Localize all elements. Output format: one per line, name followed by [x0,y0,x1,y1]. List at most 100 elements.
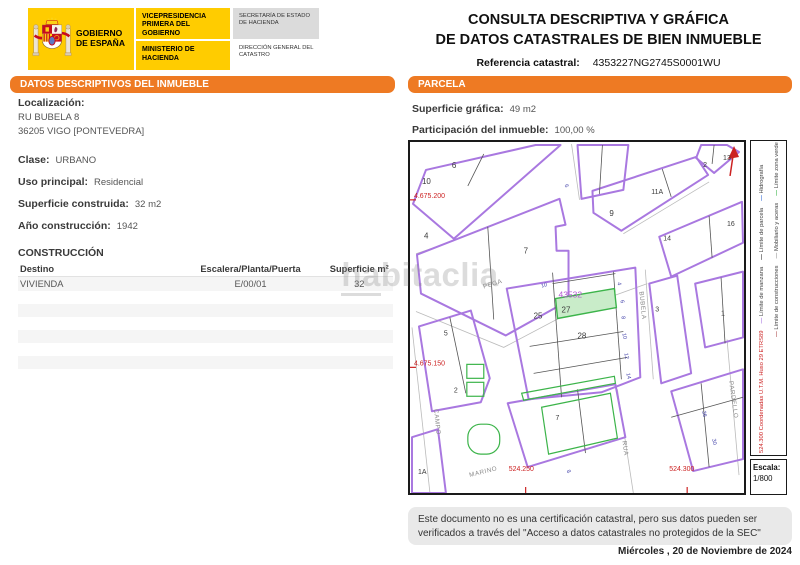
house-number-8: 8 [619,316,626,320]
construcciones-line-icon: — [773,331,780,337]
parcel-label-1a: 1A [418,469,427,476]
address-line-2: 36205 VIGO [PONTEVEDRA] [18,126,145,137]
legend-limite-manzana: — Límite de manzana [758,266,765,324]
street-label-pega: PEGA [482,278,503,291]
parcel-label-7: 7 [524,247,529,256]
table-empty-row [18,291,393,304]
secretaria-estado-label: SECRETARÍA DE ESTADO DE HACIENDA [233,8,319,40]
scale-label: Escala: [753,463,781,472]
parcel-label-11a: 11A [651,189,663,196]
parcel-label-6: 6 [452,161,457,170]
house-number-8b: 8 [565,469,572,475]
parcel-label-1: 1 [721,311,725,318]
parcel-label-9: 9 [609,209,614,218]
field-participacion: Participación del inmueble: 100,00 % [412,124,595,136]
cadastral-reference: Referencia catastral: 4353227NG2745S0001… [405,57,792,69]
legend-hidrografia: — Hidrografía [758,164,765,201]
house-number-6: 6 [618,300,625,304]
parcel-label-4: 4 [424,232,429,241]
map-legend-rotated: 524.300 Coordenadas U.T.M. Huso 29 ETRS8… [754,142,785,453]
cadastral-map: 4.675.200 4.675.150 524.250 524.300 PEGA… [408,140,746,495]
house-number-10b: 10 [541,282,548,289]
coordinate-ticks [410,199,688,493]
house-number-10: 10 [620,333,627,340]
cell-escalera: E/00/01 [234,279,267,289]
field-superficie-grafica: Superficie gráfica: 49 m2 [412,103,537,115]
parcela-line-icon: — [758,254,765,260]
construction-table: Destino Escalera/Planta/Puerta Superfici… [18,262,393,369]
table-row: VIVIENDA E/00/01 32 [18,276,393,291]
cell-destino: VIVIENDA [20,279,64,289]
direccion-general-catastro-label: DIRECCIÓN GENERAL DEL CATASTRO [233,39,319,70]
parcel-label-10: 10 [422,177,431,186]
map-scale-box: Escala: 1/800 [750,459,787,495]
legend-mobiliario-aceras: — Mobiliario y aceras [773,202,780,259]
localizacion-label: Localización: [18,97,85,109]
spain-coat-of-arms-icon [28,8,76,70]
parcel-label-14: 14 [663,236,671,243]
gobierno-de-espana-label: GOBIERNO DE ESPAÑA [76,28,125,48]
parcel-label-27: 27 [562,306,571,315]
cell-superficie: 32 [354,279,365,289]
legend-limite-construcciones: — Límite de construcciones [773,265,780,337]
field-ano-construccion: Año construcción: 1942 [18,220,138,232]
parcel-label-28: 28 [577,331,586,340]
address-line-1: RU BUBELA 8 [18,112,80,123]
legend-line-2: — Límite de construcciones — Mobiliario … [769,142,784,337]
house-number-6b: 6 [563,184,570,189]
street-label-marino: MARINO [469,465,498,479]
reference-value: 4353227NG2745S0001WU [592,57,721,70]
table-empty-row [18,356,393,369]
col-escalera-planta-puerta: Escalera/Planta/Puerta [175,262,326,277]
field-uso-principal: Uso principal: Residencial [18,176,144,188]
coord-label-east-1: 524.250 [509,466,534,473]
table-empty-row [18,304,393,317]
cadastral-document-page: GOBIERNO DE ESPAÑA VICEPRESIDENCIA PRIME… [0,0,800,565]
ministry-block: VICEPRESIDENCIA PRIMERA DEL GOBIERNO MIN… [134,8,230,70]
construction-table-header-row: Destino Escalera/Planta/Puerta Superfici… [18,262,393,277]
field-clase: Clase: URBANO [18,154,97,166]
legend-limite-parcela: — Límite de parcela [758,207,765,260]
house-number-14: 14 [624,373,631,380]
field-superficie-construida: Superficie construida: 32 m2 [18,198,162,210]
parcel-label-3: 3 [655,307,659,314]
street-label-pardello: PARDELLO [727,381,739,419]
document-title: CONSULTA DESCRIPTIVA Y GRÁFICA DE DATOS … [405,11,792,69]
col-superficie: Superficie m² [325,262,393,277]
col-destino: Destino [18,262,176,277]
house-number-36: 36 [700,410,707,417]
ministerio-hacienda-label: MINISTERIO DE HACIENDA [142,46,195,62]
coord-label-east-2: 524.300 [669,466,694,473]
table-empty-row [18,330,393,343]
title-line-1: CONSULTA DESCRIPTIVA Y GRÁFICA [467,12,729,28]
parcel-label-25: 25 [534,311,543,320]
table-empty-row [18,317,393,330]
document-date: Miércoles , 20 de Noviembre de 2024 [618,546,792,557]
hidrografia-line-icon: — [758,195,765,201]
house-number-12: 12 [622,353,629,360]
scale-value: 1/800 [753,473,773,483]
legend-line-1: 524.300 Coordenadas U.T.M. Huso 29 ETRS8… [754,143,769,453]
title-line-2: DE DATOS CATASTRALES DE BIEN INMUEBLE [435,31,762,48]
vicepresidencia-label: VICEPRESIDENCIA PRIMERA DEL GOBIERNO [136,8,230,42]
street-label-bubela: BUBELA [637,291,647,320]
section-bar-parcela: PARCELA [408,76,792,93]
disclaimer-box: Este documento no es una certificación c… [408,507,792,545]
section-bar-datos-descriptivos: DATOS DESCRIPTIVOS DEL INMUEBLE [10,76,395,93]
zona-verde-line-icon: — [773,189,780,196]
house-number-30: 30 [710,438,717,445]
street-edge-lines [411,143,740,493]
parcel-label-2: 2 [703,162,707,169]
legend-limite-zona-verde: — Límite zona verde [773,142,780,196]
manzana-line-icon: — [758,317,765,324]
table-empty-row [18,343,393,356]
mobiliario-line-icon: — [773,252,780,259]
government-logo: GOBIERNO DE ESPAÑA VICEPRESIDENCIA PRIME… [28,8,319,70]
parcel-label-5: 5 [444,330,448,337]
utm-coordinates-note: 524.300 Coordenadas U.T.M. Huso 29 ETRS8… [758,330,765,453]
coord-label-north-2: 4.675.150 [414,360,445,367]
parcel-boundaries [410,144,744,493]
parcel-label-16: 16 [727,221,735,228]
parcel-map-svg: 4.675.200 4.675.150 524.250 524.300 PEGA… [410,143,744,493]
reference-label: Referencia catastral: [476,57,580,70]
